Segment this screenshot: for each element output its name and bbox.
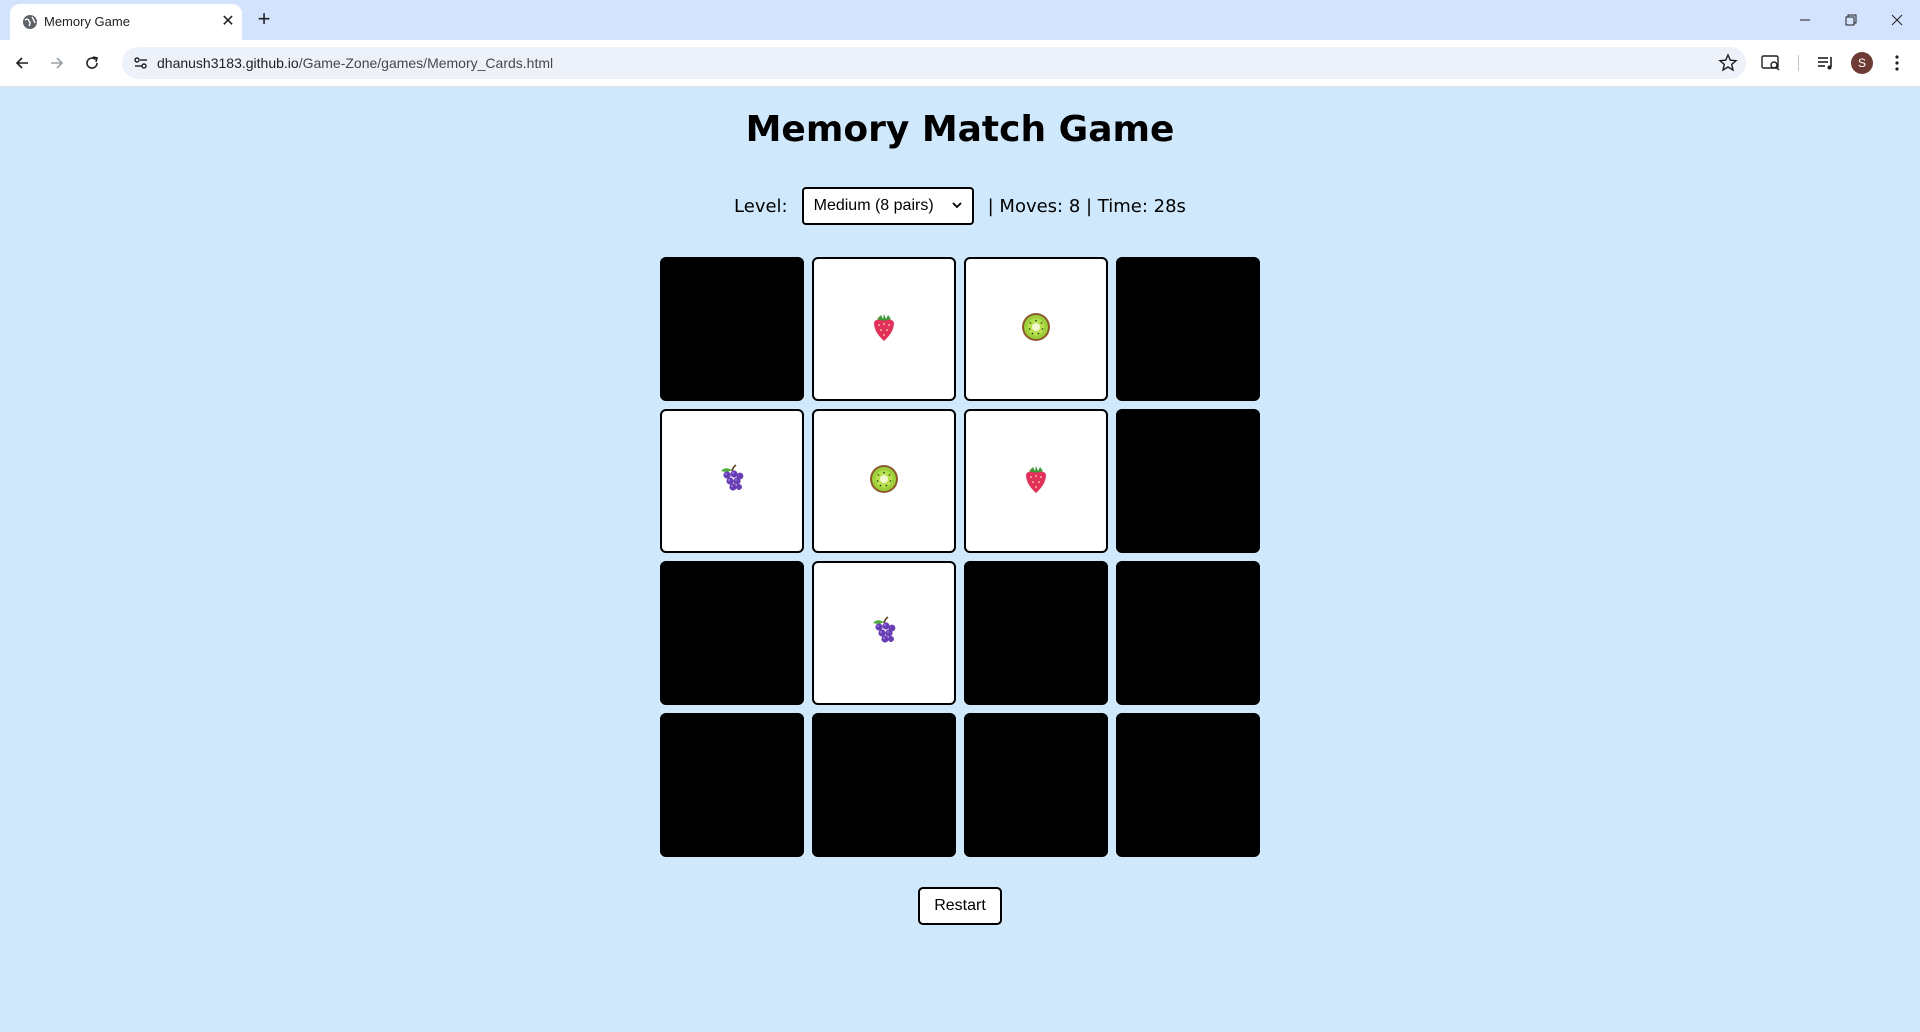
card-face-down[interactable] — [1116, 409, 1260, 553]
game-controls: Level: Medium (8 pairs) | Moves: 8 | Tim… — [0, 187, 1920, 225]
bookmark-star-icon[interactable] — [1718, 53, 1738, 73]
card-board — [660, 257, 1260, 857]
kiwi-icon — [1019, 310, 1053, 349]
tab-search-icon[interactable] — [1758, 50, 1784, 76]
globe-icon — [23, 15, 37, 29]
level-select-value: Medium (8 pairs) — [813, 197, 934, 214]
tab-title: Memory Game — [44, 14, 130, 29]
card-face-down[interactable] — [1116, 713, 1260, 857]
card-face-up[interactable] — [812, 561, 956, 705]
card-face-down[interactable] — [1116, 561, 1260, 705]
minimize-icon[interactable] — [1782, 0, 1828, 40]
toolbar-divider — [1798, 55, 1799, 71]
card-face-down[interactable] — [812, 713, 956, 857]
url-text[interactable]: dhanush3183.github.io/Game-Zone/games/Me… — [157, 55, 553, 71]
url-host: dhanush3183.github.io — [157, 55, 299, 71]
site-info-icon[interactable] — [132, 54, 150, 72]
back-icon[interactable] — [7, 48, 37, 78]
new-tab-button[interactable]: + — [252, 8, 276, 32]
forward-icon[interactable] — [42, 48, 72, 78]
close-window-icon[interactable] — [1874, 0, 1920, 40]
strawberry-icon — [867, 310, 901, 349]
restore-icon[interactable] — [1828, 0, 1874, 40]
card-face-down[interactable] — [660, 257, 804, 401]
level-select[interactable]: Medium (8 pairs) — [801, 187, 974, 225]
card-face-up[interactable] — [812, 409, 956, 553]
address-bar[interactable]: dhanush3183.github.io/Game-Zone/games/Me… — [122, 47, 1746, 79]
page-content: Memory Match Game Level: Medium (8 pairs… — [0, 87, 1920, 1032]
restart-button[interactable]: Restart — [918, 887, 1002, 925]
grapes-icon — [867, 614, 901, 653]
browser-titlebar: Memory Game ✕ + — [0, 0, 1920, 40]
chevron-down-icon — [951, 200, 962, 212]
level-label: Level: — [734, 195, 788, 217]
close-tab-icon[interactable]: ✕ — [218, 12, 238, 32]
game-stats: | Moves: 8 | Time: 28s — [987, 195, 1186, 217]
profile-avatar[interactable]: S — [1851, 52, 1873, 74]
browser-toolbar: dhanush3183.github.io/Game-Zone/games/Me… — [0, 40, 1920, 87]
page-title: Memory Match Game — [745, 109, 1175, 150]
card-face-down[interactable] — [660, 713, 804, 857]
more-menu-icon[interactable] — [1884, 50, 1910, 76]
kiwi-icon — [867, 462, 901, 501]
browser-tab[interactable]: Memory Game ✕ — [10, 4, 242, 40]
reload-icon[interactable] — [77, 48, 107, 78]
grapes-icon — [715, 462, 749, 501]
card-face-up[interactable] — [812, 257, 956, 401]
url-path: /Game-Zone/games/Memory_Cards.html — [298, 55, 554, 71]
strawberry-icon — [1019, 462, 1053, 501]
card-face-up[interactable] — [964, 257, 1108, 401]
card-face-down[interactable] — [964, 713, 1108, 857]
card-face-down[interactable] — [1116, 257, 1260, 401]
media-controls-icon[interactable] — [1813, 50, 1839, 76]
card-face-up[interactable] — [660, 409, 804, 553]
card-face-up[interactable] — [964, 409, 1108, 553]
card-face-down[interactable] — [964, 561, 1108, 705]
card-face-down[interactable] — [660, 561, 804, 705]
